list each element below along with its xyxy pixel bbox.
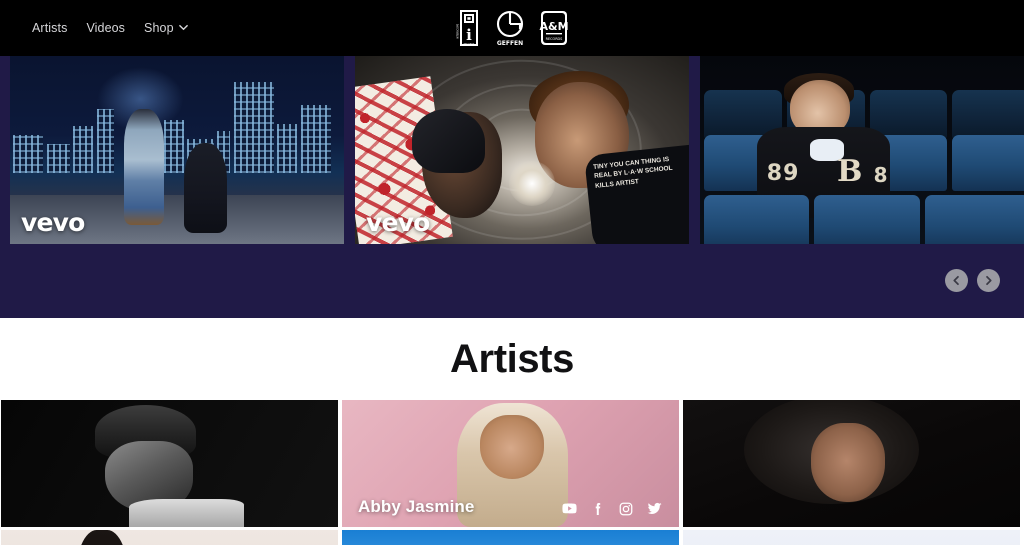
page-title: Artists xyxy=(450,337,574,381)
carousel-track: vevo TINY YOU CAN THING IS REAL BY L·A·W… xyxy=(10,56,1024,244)
twitter-icon[interactable] xyxy=(646,500,663,517)
chevron-left-icon xyxy=(951,275,962,286)
nav-item-videos-label: Videos xyxy=(86,20,126,35)
jacket-number-right: 8 xyxy=(873,163,888,188)
artist-card-5[interactable] xyxy=(342,530,679,545)
hero-video-carousel: vevo TINY YOU CAN THING IS REAL BY L·A·W… xyxy=(0,56,1024,318)
artists-section-header: Artists xyxy=(0,318,1024,400)
nav-item-artists[interactable]: Artists xyxy=(32,22,67,35)
video-thumbnail-image: 89 B 8 xyxy=(700,56,1024,244)
chevron-down-icon xyxy=(178,23,188,32)
jacket-letter-center: B xyxy=(836,153,863,189)
carousel-next-button[interactable] xyxy=(977,269,1000,292)
artist-card-4[interactable] xyxy=(1,530,338,545)
svg-text:INTERSCOPE: INTERSCOPE xyxy=(456,23,459,39)
jacket-number-left: 89 xyxy=(766,161,800,187)
video-card-cinema[interactable]: 89 B 8 xyxy=(700,56,1024,244)
chevron-right-icon xyxy=(983,275,994,286)
artist-card-6[interactable] xyxy=(683,530,1020,545)
top-navigation-bar: Artists Videos Shop i INTERSCOPE RECORDS… xyxy=(0,0,1024,56)
geffen-records-logo[interactable]: GEFFEN xyxy=(493,9,527,47)
artist-card-abby-jasmine[interactable]: Abby Jasmine xyxy=(342,400,679,527)
artist-photo xyxy=(342,530,679,545)
artist-photo xyxy=(683,400,1020,527)
vevo-watermark: vevo xyxy=(21,208,85,237)
svg-text:RECORDS: RECORDS xyxy=(464,43,475,46)
shirt-graphic-text: TINY YOU CAN THING IS REAL BY L·A·W SCHO… xyxy=(583,144,689,244)
nav-item-videos[interactable]: Videos xyxy=(86,22,125,35)
artist-card-3[interactable] xyxy=(683,400,1020,527)
video-card-night-skyline[interactable]: vevo xyxy=(10,56,344,244)
nav-links: Artists Videos Shop xyxy=(32,0,188,56)
artist-name-label: Abby Jasmine xyxy=(358,497,475,516)
artist-photo xyxy=(1,530,338,545)
artist-photo xyxy=(683,530,1020,545)
nav-item-shop-label: Shop xyxy=(144,20,174,35)
svg-text:i: i xyxy=(466,26,472,44)
artist-social-links xyxy=(561,500,663,517)
video-card-tunnel[interactable]: TINY YOU CAN THING IS REAL BY L·A·W SCHO… xyxy=(355,56,689,244)
artist-card-overlay: Abby Jasmine xyxy=(342,400,679,527)
carousel-navigation xyxy=(945,269,1000,292)
instagram-icon[interactable] xyxy=(618,501,634,517)
am-records-logo[interactable]: A&M RECORDS xyxy=(539,10,569,46)
svg-text:A&M: A&M xyxy=(539,20,568,33)
artist-photo xyxy=(1,400,338,527)
artists-grid: Abby Jasmine xyxy=(0,400,1024,545)
interscope-records-logo[interactable]: i INTERSCOPE RECORDS xyxy=(455,9,481,47)
facebook-icon[interactable] xyxy=(590,501,606,517)
vevo-watermark: vevo xyxy=(366,208,430,237)
nav-item-artists-label: Artists xyxy=(32,20,68,35)
artist-card-1[interactable] xyxy=(1,400,338,527)
label-logos: i INTERSCOPE RECORDS GEFFEN A&M RECORDS xyxy=(455,0,569,56)
nav-item-shop[interactable]: Shop xyxy=(144,22,188,35)
carousel-prev-button[interactable] xyxy=(945,269,968,292)
svg-text:GEFFEN: GEFFEN xyxy=(497,40,523,47)
youtube-icon[interactable] xyxy=(561,500,578,517)
svg-text:RECORDS: RECORDS xyxy=(546,37,563,41)
